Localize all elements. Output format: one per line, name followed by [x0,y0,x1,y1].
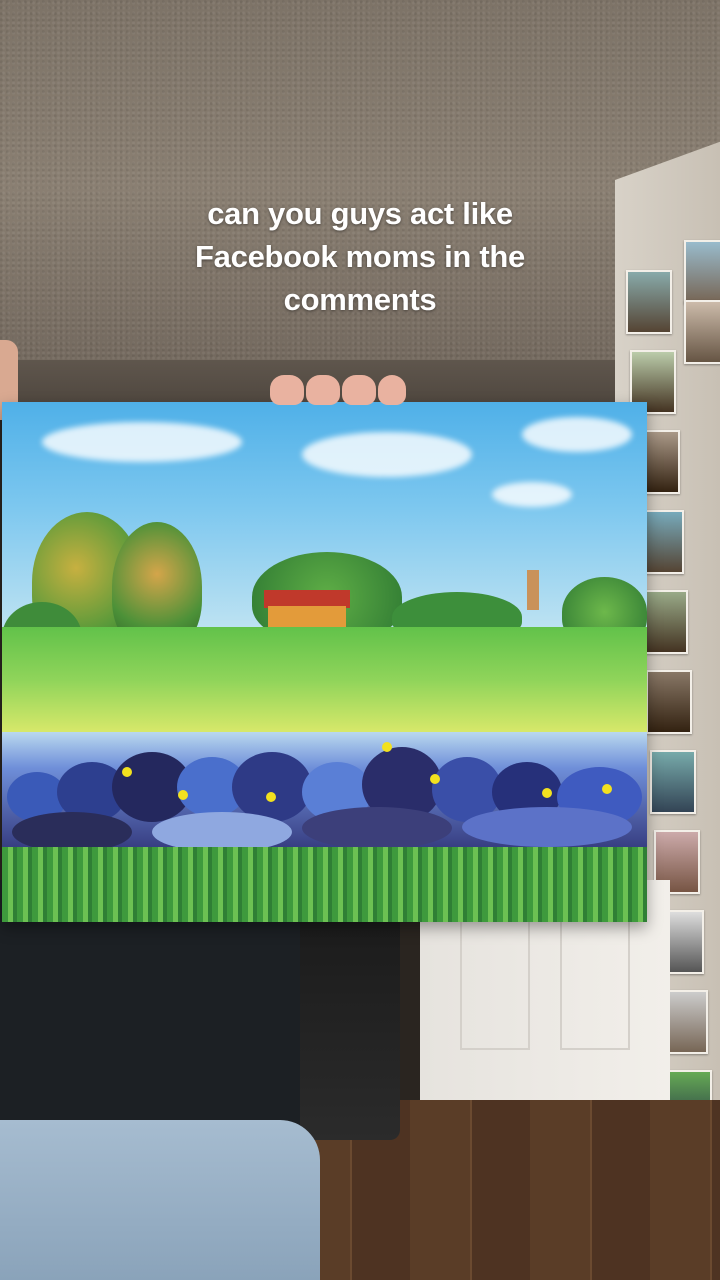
wall-photo [626,270,672,334]
caption-line: Facebook moms in the [195,239,525,274]
flower-petal [232,752,312,822]
caption-line: comments [283,282,437,317]
painted-cloud [42,422,242,462]
flower-center-dot [430,774,440,784]
flower-center-dot [266,792,276,802]
flower-petal [302,807,452,849]
painted-cloud [522,417,632,452]
door-panel [560,900,630,1050]
painted-grass [2,847,647,922]
door-panel [460,900,530,1050]
finger [270,375,304,405]
wall-photo [684,240,720,304]
painted-cloud [492,482,572,507]
finger [306,375,340,405]
video-caption: can you guys act like Facebook moms in t… [110,192,610,321]
painted-tower [527,570,539,610]
flower-petal [12,812,132,852]
painting-canvas [2,402,647,922]
caption-line: can you guys act like [207,196,513,231]
wall-photo [646,670,692,734]
finger [342,375,376,405]
flower-center-dot [602,784,612,794]
flower-petal [152,812,292,852]
holding-hand [270,375,420,407]
person-jeans [0,1120,320,1280]
painted-cloud [302,432,472,477]
flower-petal [462,807,632,847]
flower-center-dot [382,742,392,752]
wall-photo [684,300,720,364]
finger [378,375,406,405]
wall-photo [650,750,696,814]
flower-center-dot [178,790,188,800]
video-frame: can you guys act like Facebook moms in t… [0,0,720,1280]
wall-photo [642,590,688,654]
flower-center-dot [122,767,132,777]
flower-center-dot [542,788,552,798]
